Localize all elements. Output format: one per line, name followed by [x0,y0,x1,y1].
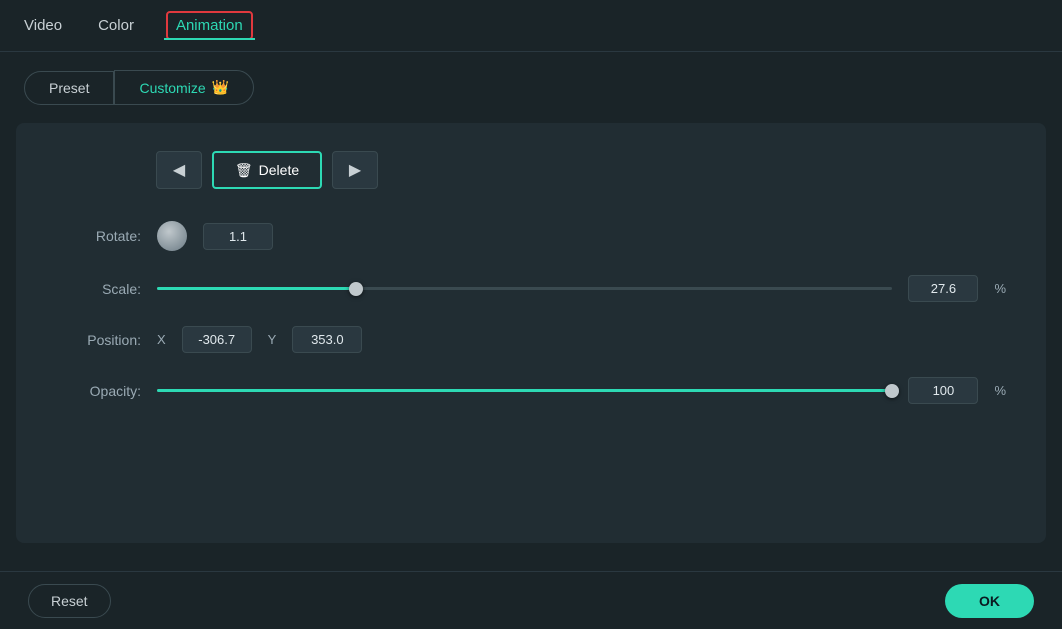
delete-button[interactable]: 🗑 Delete [212,151,322,189]
crown-icon: 👑 [212,79,229,96]
scale-input[interactable] [908,275,978,302]
rotate-knob[interactable] [157,221,187,251]
position-x-input[interactable] [182,326,252,353]
subtab-customize[interactable]: Customize 👑 [114,70,254,105]
prev-icon: ◀ [173,160,185,180]
y-label: Y [268,332,277,347]
scale-slider-thumb[interactable] [349,282,363,296]
subtab-customize-label: Customize [139,80,205,96]
scale-unit: % [994,281,1006,296]
subtab-preset[interactable]: Preset [24,71,114,105]
opacity-slider-fill [157,389,892,392]
x-label: X [157,332,166,347]
trash-icon: 🗑 [235,162,253,179]
scale-slider[interactable] [157,279,892,299]
opacity-label: Opacity: [56,383,141,399]
opacity-input[interactable] [908,377,978,404]
rotate-label: Rotate: [56,228,141,244]
opacity-slider[interactable] [157,381,892,401]
prev-button[interactable]: ◀ [156,151,202,189]
main-content: ◀ 🗑 Delete ▶ Rotate: Scale: % Position: … [16,123,1046,543]
opacity-unit: % [994,383,1006,398]
delete-label: Delete [259,162,299,178]
tab-video[interactable]: Video [20,11,66,40]
next-button[interactable]: ▶ [332,151,378,189]
ok-button[interactable]: OK [945,584,1034,618]
reset-button[interactable]: Reset [28,584,111,618]
sub-tabs-row: Preset Customize 👑 [0,52,1062,123]
tab-animation[interactable]: Animation [166,11,253,40]
scale-label: Scale: [56,281,141,297]
opacity-slider-thumb[interactable] [885,384,899,398]
opacity-row: Opacity: % [56,377,1006,404]
scale-row: Scale: % [56,275,1006,302]
top-nav: Video Color Animation [0,0,1062,52]
scale-slider-fill [157,287,356,290]
position-y-input[interactable] [292,326,362,353]
opacity-slider-bg [157,389,892,392]
rotate-input[interactable] [203,223,273,250]
position-row: Position: X Y [56,326,1006,353]
rotate-row: Rotate: [56,221,1006,251]
scale-slider-bg [157,287,892,290]
bottom-bar: Reset OK [0,571,1062,629]
position-label: Position: [56,332,141,348]
tab-color[interactable]: Color [94,11,138,40]
action-buttons-row: ◀ 🗑 Delete ▶ [56,151,1006,189]
next-icon: ▶ [349,160,361,180]
